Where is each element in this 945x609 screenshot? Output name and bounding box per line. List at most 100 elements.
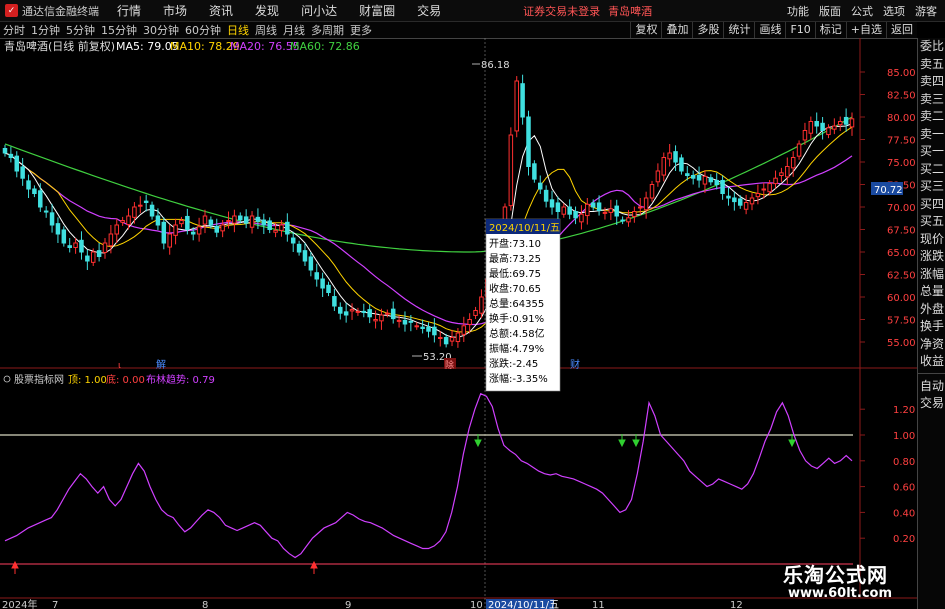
sidebar-item-5[interactable]: 卖一 [918, 126, 945, 144]
sidebar-item-14[interactable]: 总量 [918, 283, 945, 301]
time-axis-month-9: 9 [345, 600, 351, 609]
back-button[interactable]: 返回 [886, 22, 917, 38]
candle-body [273, 229, 278, 233]
period-weekly[interactable]: 周线 [252, 22, 280, 38]
candle-body [761, 188, 767, 191]
candle-body [390, 308, 396, 320]
period-more[interactable]: 更多 [347, 22, 375, 38]
event-marker-jie[interactable]: 解 [156, 358, 166, 371]
kline-chart-area[interactable]: 青岛啤酒(日线 前复权) MA5: 79.05 MA10: 78.29 MA20… [0, 38, 917, 609]
candle-body [467, 319, 472, 325]
menu-wenxiaoda[interactable]: 问小达 [301, 2, 337, 19]
sidebar-item-9[interactable]: 买四 [918, 196, 945, 214]
event-marker-chu[interactable]: 除 [445, 359, 454, 371]
candle-body [255, 216, 261, 222]
candle-body [449, 337, 455, 342]
sidebar-item-16[interactable]: 换手 [918, 318, 945, 336]
candle-body [737, 198, 743, 206]
f10-button[interactable]: F10 [785, 22, 814, 38]
sidebar-item-17[interactable]: 净资 [918, 336, 945, 354]
sidebar-item-13[interactable]: 涨幅 [918, 266, 945, 284]
candle-body [14, 155, 20, 172]
sidebar-item-3[interactable]: 卖三 [918, 91, 945, 109]
period-15min[interactable]: 15分钟 [98, 22, 140, 38]
ma60-label: MA60: 72.86 [290, 40, 360, 53]
candle-body [138, 204, 143, 207]
menu-xuanxiang[interactable]: 选项 [883, 3, 905, 19]
indicator-name[interactable]: 股票指标网 [14, 373, 64, 386]
sidebar-item-4[interactable]: 卖二 [918, 108, 945, 126]
candle-body [285, 221, 290, 235]
period-multi[interactable]: 多周期 [308, 22, 347, 38]
statistics-button[interactable]: 统计 [723, 22, 754, 38]
indicator-bottom-label: 底: 0.00 [106, 373, 145, 386]
period-30min[interactable]: 30分钟 [140, 22, 182, 38]
candle-body [790, 157, 796, 169]
event-marker-cai[interactable]: 财 [570, 358, 580, 371]
candle-body [102, 242, 108, 253]
period-toolbar: 分时 1分钟 5分钟 15分钟 30分钟 60分钟 日线 周线 月线 多周期 更… [0, 22, 917, 39]
candle-body [520, 83, 525, 118]
sidebar-item-2[interactable]: 卖四 [918, 73, 945, 91]
period-monthly[interactable]: 月线 [280, 22, 308, 38]
sidebar-item-0[interactable]: 委比 [918, 38, 945, 56]
guest-user[interactable]: 游客 [915, 3, 937, 19]
sidebar-item-8[interactable]: 买三 [918, 178, 945, 196]
candle-body [632, 211, 637, 217]
sidebar-item-12[interactable]: 涨跌 [918, 248, 945, 266]
period-1min[interactable]: 1分钟 [28, 22, 63, 38]
login-status[interactable]: 证券交易未登录 [523, 3, 600, 19]
candle-body [655, 170, 661, 183]
candle-body [185, 215, 190, 230]
sidebar-auto[interactable]: 自动 [918, 378, 945, 396]
sidebar-item-1[interactable]: 卖五 [918, 56, 945, 74]
candle-body [379, 314, 384, 322]
sidebar-item-6[interactable]: 买一 [918, 143, 945, 161]
candle-body [843, 116, 849, 125]
candle-body [214, 225, 220, 233]
candle-body [202, 215, 208, 225]
indicator-settings-icon[interactable] [3, 375, 11, 383]
candle-body [473, 310, 478, 316]
sidebar-trade[interactable]: 交易 [918, 395, 945, 413]
chart-title: 青岛啤酒(日线 前复权) [4, 39, 115, 53]
time-axis-year: 2024年 [2, 598, 37, 609]
sidebar-item-11[interactable]: 现价 [918, 231, 945, 249]
menu-banmian[interactable]: 版面 [819, 3, 841, 19]
tooltip-amplitude: 振幅:4.79% [489, 342, 544, 355]
add-watchlist-button[interactable]: +自选 [845, 22, 886, 38]
period-daily[interactable]: 日线 [224, 22, 252, 38]
restore-rights-button[interactable]: 复权 [630, 22, 661, 38]
menu-caifuquan[interactable]: 财富圈 [359, 2, 395, 19]
indicator-tick-label: 0.40 [893, 508, 915, 519]
sidebar-item-10[interactable]: 买五 [918, 213, 945, 231]
overlay-button[interactable]: 叠加 [661, 22, 692, 38]
candle-body [243, 216, 249, 224]
period-60min[interactable]: 60分钟 [182, 22, 224, 38]
menu-shichang[interactable]: 市场 [163, 2, 187, 19]
menu-gongshi[interactable]: 公式 [851, 3, 873, 19]
tooltip-volume: 总量:64355 [489, 297, 544, 310]
period-5min[interactable]: 5分钟 [63, 22, 98, 38]
candle-body [167, 233, 172, 248]
multi-stock-button[interactable]: 多股 [692, 22, 723, 38]
menu-zixun[interactable]: 资讯 [209, 2, 233, 19]
menu-hangqing[interactable]: 行情 [117, 2, 141, 19]
price-tick-label: 75.00 [887, 158, 916, 169]
sidebar-item-15[interactable]: 外盘 [918, 301, 945, 319]
quote-sidebar: 委比 卖五 卖四 卖三 卖二 卖一 买一 买二 买三 买四 买五 现价 涨跌 涨幅 总量 外盘 换手 净资 收益 自… [917, 38, 945, 609]
app-logo-icon: ✓ [5, 4, 18, 17]
mark-button[interactable]: 标记 [814, 22, 846, 38]
menu-jiaoyi[interactable]: 交易 [417, 2, 441, 19]
draw-line-button[interactable]: 画线 [754, 22, 785, 38]
candle-body [79, 239, 84, 253]
candle-body [555, 202, 561, 212]
menu-gongneng[interactable]: 功能 [787, 3, 809, 19]
sidebar-item-18[interactable]: 收益 [918, 353, 945, 371]
period-fenshi[interactable]: 分时 [0, 22, 28, 38]
event-marker-dot[interactable]: ι [118, 361, 121, 371]
sidebar-item-7[interactable]: 买二 [918, 161, 945, 179]
candle-body [249, 215, 255, 228]
menu-faxian[interactable]: 发现 [255, 2, 279, 19]
candle-body [126, 215, 131, 226]
